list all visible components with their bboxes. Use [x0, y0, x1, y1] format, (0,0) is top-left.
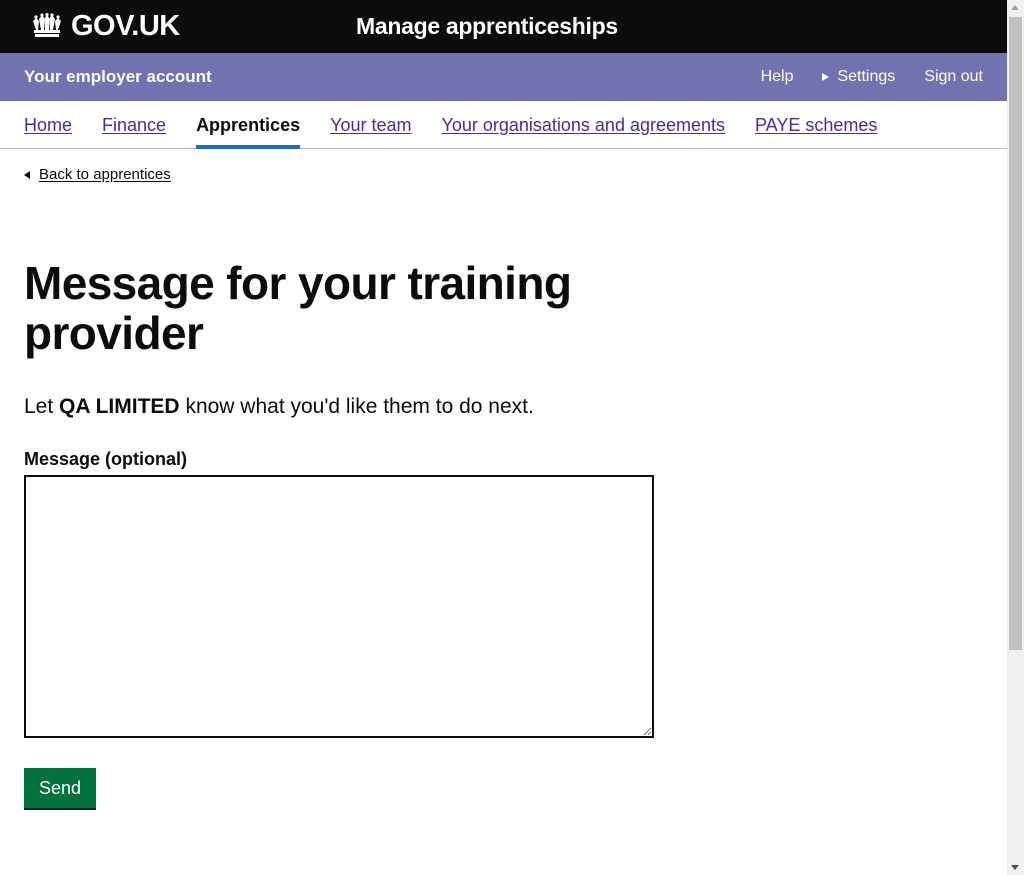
- back-link-label: Back to apprentices: [39, 166, 171, 183]
- triangle-right-icon: [822, 73, 830, 81]
- nav-item-finance[interactable]: Finance: [102, 101, 166, 149]
- settings-link[interactable]: Settings: [822, 67, 895, 87]
- govuk-logo-link[interactable]: GOV.UK: [30, 11, 180, 41]
- account-title[interactable]: Your employer account: [24, 67, 212, 87]
- page-title: Message for your training provider: [24, 257, 572, 359]
- message-label: Message (optional): [24, 449, 188, 469]
- send-button[interactable]: Send: [24, 768, 96, 808]
- vertical-scrollbar[interactable]: [1007, 0, 1024, 875]
- govuk-logo-text: GOV.UK: [71, 10, 180, 42]
- provider-name: QA LIMITED: [59, 395, 180, 418]
- nav-item-paye-schemes[interactable]: PAYE schemes: [755, 101, 877, 149]
- lead-suffix: know what you'd like them to do next.: [185, 395, 534, 418]
- page: GOV.UK Manage apprenticeships Your emplo…: [0, 0, 1007, 875]
- nav-item-your-team[interactable]: Your team: [330, 101, 411, 149]
- nav-list: Home Finance Apprentices Your team Your …: [24, 101, 877, 149]
- scroll-down-arrow-icon[interactable]: [1011, 865, 1019, 870]
- message-textarea[interactable]: [24, 475, 654, 738]
- nav-item-apprentices[interactable]: Apprentices: [196, 101, 301, 149]
- help-link[interactable]: Help: [761, 67, 794, 87]
- chevron-left-icon: [24, 170, 30, 179]
- back-link[interactable]: Back to apprentices: [24, 166, 171, 183]
- primary-nav: Home Finance Apprentices Your team Your …: [0, 101, 1007, 149]
- sign-out-link[interactable]: Sign out: [924, 67, 983, 87]
- scroll-thumb[interactable]: [1009, 17, 1022, 650]
- govuk-header: GOV.UK Manage apprenticeships: [0, 0, 1007, 53]
- account-links: Help Settings Sign out: [761, 67, 983, 87]
- nav-item-home[interactable]: Home: [24, 101, 72, 149]
- employer-account-bar: Your employer account Help Settings Sign…: [0, 53, 1007, 101]
- nav-item-organisations-agreements[interactable]: Your organisations and agreements: [441, 101, 725, 149]
- settings-link-label: Settings: [837, 68, 896, 85]
- lead-text: Let QA LIMITED know what you'd like them…: [24, 393, 534, 421]
- lead-prefix: Let: [24, 395, 54, 418]
- service-name[interactable]: Manage apprenticeships: [356, 12, 618, 40]
- scroll-up-arrow-icon[interactable]: [1011, 5, 1019, 10]
- crown-icon: [33, 13, 61, 37]
